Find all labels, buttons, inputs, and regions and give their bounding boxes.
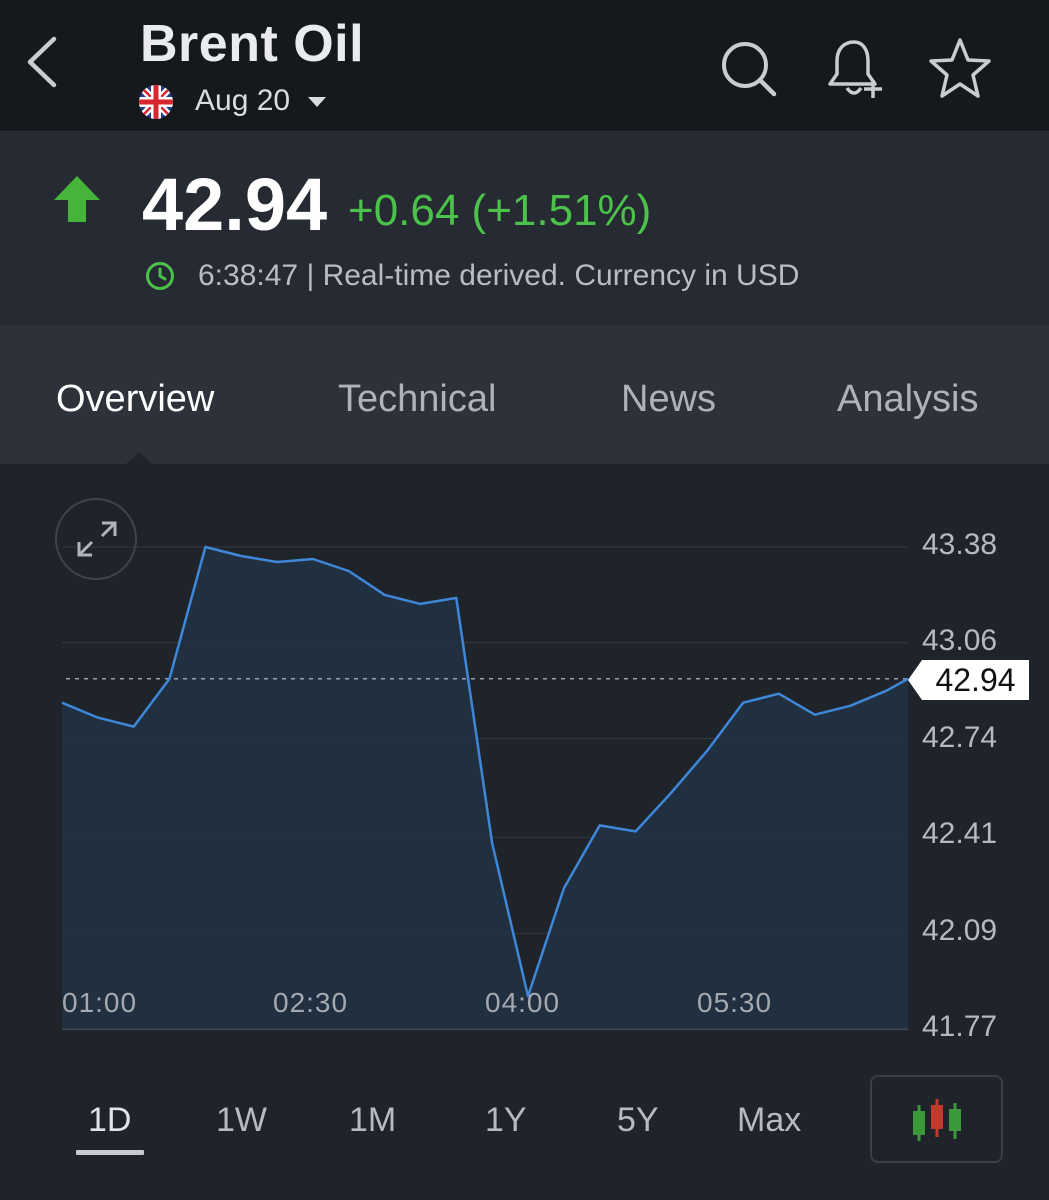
x-tick-label: 02:30 (273, 987, 349, 1018)
period-1d[interactable]: 1D (88, 1101, 131, 1140)
candlestick-icon (913, 1099, 961, 1141)
y-tick-label: 43.06 (922, 624, 998, 657)
y-tick-label: 43.38 (922, 528, 998, 561)
period-1m[interactable]: 1M (349, 1101, 396, 1140)
price-chart[interactable] (0, 0, 1049, 1200)
period-5y[interactable]: 5Y (617, 1101, 659, 1140)
x-tick-label: 04:00 (485, 987, 561, 1018)
active-period-underline (76, 1150, 144, 1155)
y-tick-label: 42.74 (922, 721, 998, 754)
y-tick-label: 41.77 (922, 1010, 998, 1043)
expand-icon (77, 521, 117, 557)
expand-chart-button[interactable] (55, 498, 137, 580)
chart-type-toggle[interactable] (870, 1075, 1003, 1163)
y-tick-label: 42.41 (922, 817, 998, 850)
x-tick-label: 01:00 (62, 987, 138, 1018)
x-tick-label: 05:30 (697, 987, 773, 1018)
current-price-tag: 42.94 (908, 660, 1029, 700)
y-tick-label: 42.09 (922, 914, 998, 947)
period-1y[interactable]: 1Y (485, 1101, 527, 1140)
period-1w[interactable]: 1W (216, 1101, 267, 1140)
period-max[interactable]: Max (737, 1101, 801, 1140)
